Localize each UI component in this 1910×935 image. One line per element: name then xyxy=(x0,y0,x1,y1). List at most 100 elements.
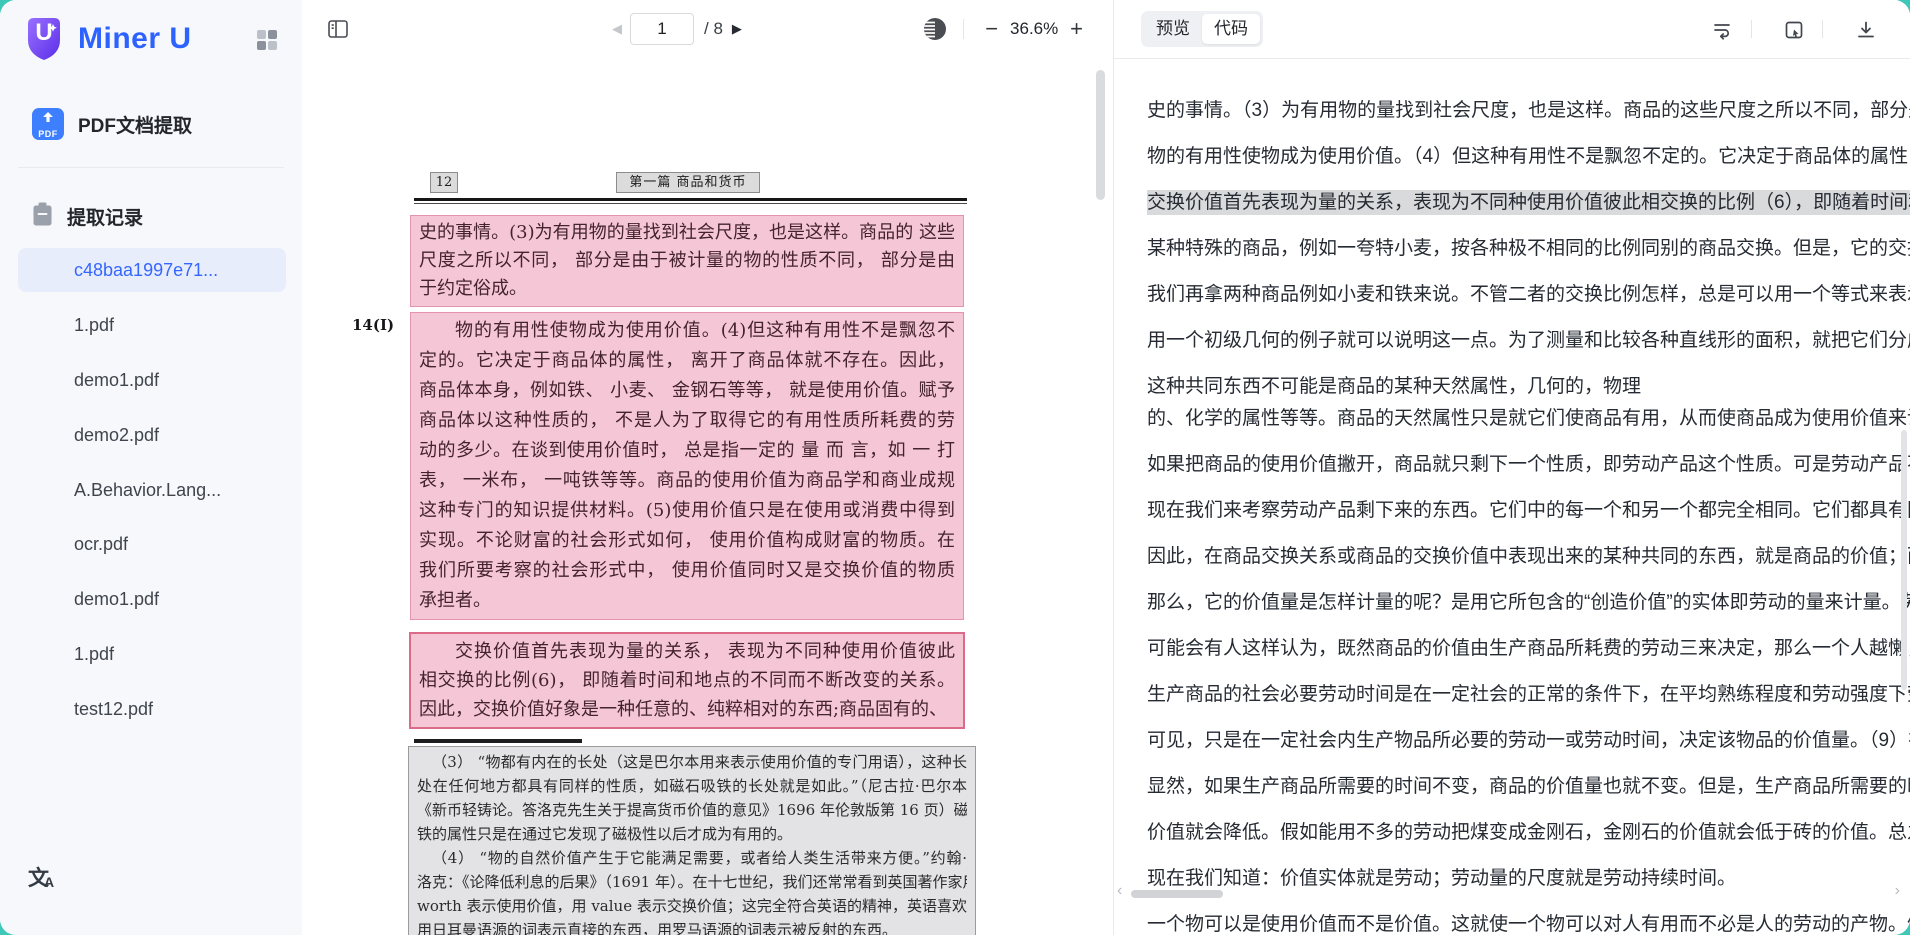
zoom-controls: − 36.6% + xyxy=(922,0,1089,58)
footnote-line: （4） “物的自然价值产生于它能满足需要，或者给人类生活带来方便。”约翰· xyxy=(417,846,967,870)
scan-line: 尺度之所以不同， 部分是由于被计量的物的性质不同， 部分是由 xyxy=(419,247,955,275)
highlighted-text-block: 物的有用性使物成为使用价值。(4)但这种有用性不是飘忽不 定的。它决定于商品体的… xyxy=(410,312,964,620)
preview-line: 史的事情。（3）为有用物的量找到社会尺度，也是这样。商品的这些尺度之所以不同，部… xyxy=(1147,96,1910,126)
file-item-selected[interactable]: c48baa1997e71... xyxy=(18,248,286,292)
file-item[interactable]: demo1.pdf xyxy=(18,358,286,402)
footnote-line: 铁的属性只是在通过它发现了磁极性以后才成为有用的。 xyxy=(417,822,967,846)
logo-letter: U xyxy=(22,19,66,47)
scan-line: 动的多少。在谈到使用价值时， 总是指一定的 量 而 言，如 一 打 xyxy=(419,436,955,466)
scan-header-rule-thin xyxy=(414,203,967,204)
preview-line: 现在我们知道：价值实体就是劳动；劳动量的尺度就是劳动持续时间。 xyxy=(1147,864,1910,894)
footnote-line: 洛克：《论降低利息的后果》（1691 年）。在十七世纪，我们还常常看到英国著作家… xyxy=(417,870,967,894)
preview-line: 显然，如果生产商品所需要的时间不变，商品的价值量也就不变。但是，生产商品所需要的… xyxy=(1147,772,1910,802)
file-name: A.Behavior.Lang... xyxy=(74,480,221,501)
scan-page-number: 12 xyxy=(430,172,458,193)
pdf-page-canvas: 12 第一篇 商品和货币 史的事情。(3)为有用物的量找到社会尺度，也是这样。商… xyxy=(302,58,1113,935)
preview-line: 我们再拿两种商品例如小麦和铁来说。不管二者的交换比例怎样，总是可以用一个等式来表… xyxy=(1147,280,1910,310)
file-name: 1.pdf xyxy=(74,644,114,665)
preview-line: 的、化学的属性等等。商品的天然属性只是就它们使商品有用，从而使商品成为使用价值来… xyxy=(1147,404,1910,434)
hscroll-right-arrow[interactable]: › xyxy=(1895,882,1900,900)
export-image-icon[interactable] xyxy=(1783,19,1805,41)
file-name: test12.pdf xyxy=(74,699,153,720)
records-clipboard-icon xyxy=(32,202,53,231)
file-item[interactable]: 1.pdf xyxy=(18,303,286,347)
sidebar: U Miner U PDF PDF文档提取 xyxy=(0,0,303,935)
viewer-toolbar: ◀ / 8 ▶ xyxy=(302,0,1113,59)
contrast-theme-icon[interactable] xyxy=(922,16,948,42)
file-name: c48baa1997e71... xyxy=(74,260,218,281)
app-window: U Miner U PDF PDF文档提取 xyxy=(0,0,1910,935)
preview-line: 因此，在商品交换关系或商品的交换价值中表现出来的某种共同的东西，就是商品的价值；… xyxy=(1147,542,1910,572)
view-mode-tabs: 预览 代码 xyxy=(1141,11,1263,47)
line-wrap-icon[interactable] xyxy=(1711,19,1733,41)
scan-header-rule xyxy=(414,198,967,201)
preview-line: 价值就会降低。假如能用不多的劳动把煤变成金刚石，金刚石的价值就会低于砖的价值。总… xyxy=(1147,818,1910,848)
file-item[interactable]: demo2.pdf xyxy=(18,413,286,457)
selection-highlight: 交换价值首先表现为量的关系，表现为不同种使用价值彼此相交换的比例（6），即随着时… xyxy=(1147,190,1910,215)
file-item[interactable]: 1.pdf xyxy=(18,632,286,676)
highlighted-text-block: 交换价值首先表现为量的关系， 表现为不同种使用价值彼此 相交换的比例(6)， 即… xyxy=(409,632,965,729)
download-icon[interactable] xyxy=(1855,19,1877,41)
page-total-label: / 8 xyxy=(704,19,723,39)
markdown-preview: 史的事情。（3）为有用物的量找到社会尺度，也是这样。商品的这些尺度之所以不同，部… xyxy=(1114,58,1910,935)
file-item[interactable]: ocr.pdf xyxy=(18,522,286,566)
pdf-badge-label: PDF xyxy=(30,129,66,139)
pdf-viewer-panel: ◀ / 8 ▶ xyxy=(302,0,1113,935)
scan-line: 实现。不论财富的社会形式如何， 使用价值构成财富的物质。在 xyxy=(419,526,955,556)
tab-preview[interactable]: 预览 xyxy=(1144,14,1202,44)
vertical-scrollbar-thumb[interactable] xyxy=(1096,70,1105,200)
scan-line: 我们所要考察的社会形式中， 使用价值同时又是交换价值的物质 xyxy=(419,556,955,586)
file-item[interactable]: demo1.pdf xyxy=(18,577,286,621)
preview-line: 现在我们来考察劳动产品剩下来的东西。它们中的每一个和另一个都完全相同。它们都具有… xyxy=(1147,496,1910,526)
brand-wordmark: Miner U xyxy=(78,22,192,56)
translate-sub-glyph: A xyxy=(44,874,54,890)
file-name: demo2.pdf xyxy=(74,425,159,446)
logo[interactable]: U Miner U xyxy=(22,16,192,62)
footnote-line: worth 表示使用价值，用 value 表示交换价值；这完全符合英语的精神，英… xyxy=(417,894,967,918)
footnote-line: 《新币轻铸论。答洛克先生关于提高货币价值的意见》1696 年伦敦版第 16 页）… xyxy=(417,798,967,822)
preview-line: 用一个初级几何的例子就可以说明这一点。为了测量和比较各种直线形的面积，就把它们分… xyxy=(1147,326,1910,356)
scan-line: 定的。它决定于商品体的属性， 离开了商品体就不存在。因此， xyxy=(419,346,955,376)
apps-grid-icon[interactable] xyxy=(256,29,278,51)
scan-line: 相交换的比例(6)， 即随着时间和地点的不同而不断改变的关系。 xyxy=(419,666,955,695)
preview-line: 如果把商品的使用价值撇开，商品就只剩下一个性质，即劳动产品这个性质。可是劳动产品… xyxy=(1147,450,1910,480)
footnote-line: （3） “物都有内在的长处（这是巴尔本用来表示使用价值的专门用语），这种长 xyxy=(417,750,967,774)
file-name: ocr.pdf xyxy=(74,534,128,555)
result-panel: 预览 代码 xyxy=(1113,0,1910,935)
preview-line: 生产商品的社会必要劳动时间是在一定社会的正常的条件下，在平均熟练程度和劳动强度下… xyxy=(1147,680,1910,710)
scan-line: 交换价值首先表现为量的关系， 表现为不同种使用价值彼此 xyxy=(419,637,955,666)
scan-line: 物的有用性使物成为使用价值。(4)但这种有用性不是飘忽不 xyxy=(419,316,955,346)
page-number-input[interactable] xyxy=(630,13,694,45)
hscroll-left-arrow[interactable]: ‹ xyxy=(1117,882,1122,900)
right-vertical-scrollbar-thumb[interactable] xyxy=(1901,430,1907,690)
preview-line: 某种特殊的商品，例如一夸特小麦，按各种极不相同的比例同别的商品交换。但是，它的交… xyxy=(1147,234,1910,264)
preview-line: 可能会有人这样认为，既然商品的价值由生产商品所耗费的劳动三来决定，那么一个人越懒… xyxy=(1147,634,1910,664)
page-navigation: ◀ / 8 ▶ xyxy=(612,0,742,58)
records-section: 提取记录 xyxy=(0,196,302,236)
preview-line: 这种共同东西不可能是商品的某种天然属性，几何的，物理 xyxy=(1147,372,1910,402)
zoom-in-button[interactable]: + xyxy=(1064,18,1089,40)
prev-page-button[interactable]: ◀ xyxy=(612,21,622,37)
footnote-line: 用日耳曼语源的词表示直接的东西，用罗马语源的词表示被反射的东西。 xyxy=(417,918,967,935)
file-item[interactable]: test12.pdf xyxy=(18,687,286,731)
sidebar-toggle-icon[interactable] xyxy=(326,17,350,41)
file-name: 1.pdf xyxy=(74,315,114,336)
sidebar-item-pdf-extract[interactable]: PDF PDF文档提取 xyxy=(0,98,302,150)
file-item[interactable]: A.Behavior.Lang... xyxy=(18,468,286,512)
file-name: demo1.pdf xyxy=(74,589,159,610)
translate-language-icon[interactable]: 文 A xyxy=(28,862,68,898)
horizontal-scrollbar-thumb[interactable] xyxy=(1131,890,1223,898)
zoom-out-button[interactable]: − xyxy=(979,18,1004,40)
scan-line: 商品体以这种性质的， 不是人为了取得它的有用性质所耗费的劳 xyxy=(419,406,955,436)
toolbar-separator xyxy=(963,19,964,39)
scan-line: 商品体本身，例如铁、 小麦、 金钢石等等， 就是使用价值。赋予 xyxy=(419,376,955,406)
tab-code[interactable]: 代码 xyxy=(1202,14,1260,44)
footnote-block: （3） “物都有内在的长处（这是巴尔本用来表示使用价值的专门用语），这种长 处在… xyxy=(408,746,976,935)
next-page-button[interactable]: ▶ xyxy=(732,21,742,37)
preview-line-highlighted: 交换价值首先表现为量的关系，表现为不同种使用价值彼此相交换的比例（6），即随着时… xyxy=(1147,188,1910,218)
preview-line: 可见，只是在一定社会内生产物品所必要的劳动一或劳动时间，决定该物品的价值量。（9… xyxy=(1147,726,1910,756)
result-header: 预览 代码 xyxy=(1114,0,1910,59)
file-name: demo1.pdf xyxy=(74,370,159,391)
footnote-line: 处在任何地方都具有同样的性质，如磁石吸铁的长处就是如此。”（尼古拉·巴尔本 xyxy=(417,774,967,798)
records-section-title: 提取记录 xyxy=(67,203,143,230)
